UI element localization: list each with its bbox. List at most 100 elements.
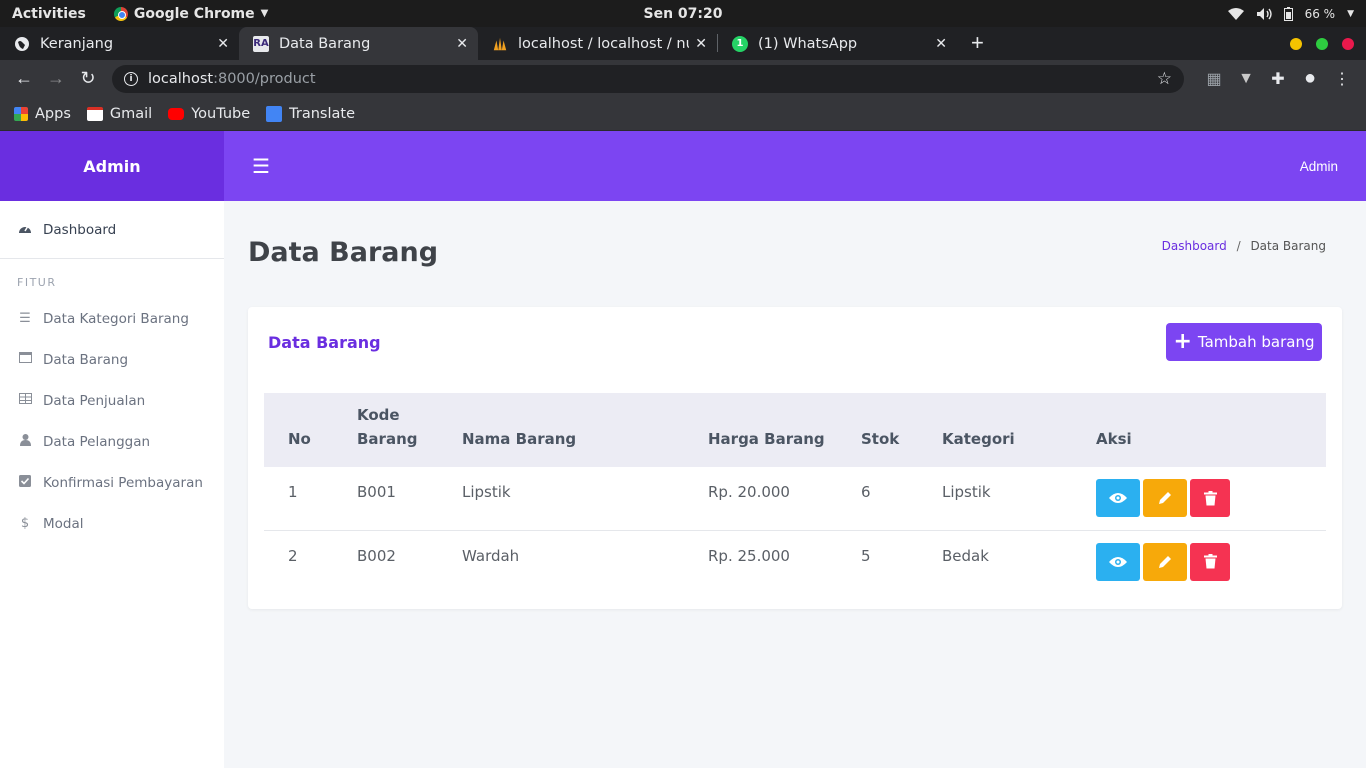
- view-button[interactable]: [1096, 542, 1140, 581]
- user-menu[interactable]: Admin: [1300, 159, 1338, 174]
- battery-level: 66 %: [1304, 6, 1336, 21]
- tab-title: (1) WhatsApp: [758, 35, 858, 52]
- sidebar-item-kategori[interactable]: ☰ Data Kategori Barang: [0, 298, 224, 339]
- bookmark-star-icon[interactable]: ☆: [1157, 69, 1172, 89]
- tab-title: Keranjang: [40, 35, 114, 52]
- close-tab-icon[interactable]: ✕: [217, 36, 229, 52]
- window-icon: [17, 352, 33, 367]
- url-path: :8000/product: [213, 70, 316, 87]
- column-header-stok[interactable]: Stok: [837, 393, 918, 467]
- breadcrumb: Dashboard / Data Barang: [1162, 239, 1326, 253]
- clock[interactable]: Sen 07:20: [644, 6, 723, 22]
- hamburger-menu-icon[interactable]: ☰: [252, 154, 270, 179]
- activities-button[interactable]: Activities: [12, 6, 86, 22]
- profile-avatar-icon[interactable]: ●: [1294, 67, 1326, 90]
- bookmark-label: Apps: [35, 105, 71, 122]
- forward-icon[interactable]: →: [40, 68, 72, 89]
- extensions-puzzle-icon[interactable]: ✚: [1262, 69, 1294, 89]
- cell-no: 2: [288, 546, 298, 565]
- sidebar-menu: Dashboard FITUR ☰ Data Kategori Barang D…: [0, 201, 224, 544]
- extension-vue-icon[interactable]: ▼: [1230, 70, 1262, 88]
- add-item-button[interactable]: + Tambah barang: [1166, 323, 1322, 361]
- chrome-menu-icon[interactable]: ⋮: [1326, 69, 1358, 89]
- brand-logo[interactable]: Admin: [0, 131, 224, 201]
- close-tab-icon[interactable]: ✕: [935, 36, 947, 52]
- edit-button[interactable]: [1143, 542, 1187, 581]
- minimize-button[interactable]: [1290, 38, 1302, 50]
- column-header-kategori[interactable]: Kategori: [918, 393, 1072, 467]
- sidebar-item-dashboard[interactable]: Dashboard: [0, 201, 224, 259]
- window-controls: [1290, 38, 1354, 50]
- pencil-icon: [1159, 492, 1171, 504]
- sidebar-item-modal[interactable]: $ Modal: [0, 503, 224, 544]
- cell-harga: Rp. 25.000: [708, 546, 790, 565]
- tab-keranjang[interactable]: Keranjang ✕: [0, 27, 239, 60]
- sidebar-item-barang[interactable]: Data Barang: [0, 339, 224, 380]
- delete-button[interactable]: [1190, 479, 1230, 517]
- app-menu[interactable]: Google Chrome ▼: [113, 5, 268, 22]
- breadcrumb-home-link[interactable]: Dashboard: [1162, 239, 1227, 253]
- battery-icon: [1283, 6, 1293, 21]
- sidebar-item-label: Data Pelanggan: [43, 433, 151, 450]
- close-tab-icon[interactable]: ✕: [456, 36, 468, 52]
- eye-icon: [1109, 556, 1127, 567]
- items-table: No Kode Barang Nama Barang Harga Barang …: [264, 393, 1326, 593]
- dashboard-gauge-icon: [17, 222, 33, 238]
- plus-icon: +: [1173, 329, 1192, 354]
- extension-translate-icon[interactable]: ▦: [1198, 69, 1230, 89]
- app-menu-label: Google Chrome: [133, 5, 255, 22]
- main-content: Data Barang Dashboard / Data Barang Data…: [224, 201, 1366, 768]
- sidebar-item-penjualan[interactable]: Data Penjualan: [0, 380, 224, 421]
- whatsapp-icon: 1: [732, 35, 748, 52]
- column-header-harga[interactable]: Harga Barang: [684, 393, 837, 467]
- data-barang-card: Data Barang + Tambah barang No Kode Bara…: [248, 307, 1342, 609]
- edit-button[interactable]: [1143, 479, 1187, 517]
- sidebar-item-konfirmasi[interactable]: Konfirmasi Pembayaran: [0, 462, 224, 503]
- wifi-icon: [1227, 7, 1244, 20]
- sidebar-item-label: Dashboard: [43, 221, 117, 238]
- globe-icon: [14, 36, 30, 52]
- sidebar-item-label: Data Penjualan: [43, 392, 146, 409]
- tab-phpmyadmin[interactable]: localhost / localhost / nus ✕: [478, 27, 717, 60]
- cell-kategori: Lipstik: [942, 483, 991, 501]
- cell-kategori: Bedak: [942, 546, 989, 565]
- bookmark-label: YouTube: [191, 105, 251, 122]
- cell-stok: 6: [861, 483, 871, 501]
- new-tab-button[interactable]: +: [957, 30, 998, 60]
- bookmark-label: Translate: [289, 105, 356, 122]
- cell-stok: 5: [861, 546, 871, 565]
- column-header-no[interactable]: No: [264, 393, 333, 467]
- reload-icon[interactable]: ↻: [72, 68, 104, 89]
- address-bar[interactable]: i localhost :8000/product ☆: [112, 64, 1184, 93]
- info-icon[interactable]: i: [124, 71, 138, 86]
- caret-down-icon: ▼: [1347, 8, 1354, 19]
- column-header-kode[interactable]: Kode Barang: [333, 393, 438, 467]
- check-square-icon: [17, 474, 33, 491]
- tab-whatsapp[interactable]: 1 (1) WhatsApp ✕: [718, 27, 957, 60]
- sidebar-item-label: Data Kategori Barang: [43, 310, 189, 327]
- bookmark-gmail[interactable]: Gmail: [86, 106, 152, 122]
- add-item-label: Tambah barang: [1197, 333, 1315, 351]
- sidebar-item-pelanggan[interactable]: Data Pelanggan: [0, 421, 224, 462]
- close-tab-icon[interactable]: ✕: [695, 36, 707, 52]
- bookmark-translate[interactable]: Translate: [266, 105, 356, 122]
- translate-icon: [266, 105, 283, 122]
- cell-kode: B002: [357, 546, 396, 565]
- chrome-icon: [113, 6, 128, 21]
- bookmark-apps[interactable]: Apps: [14, 106, 71, 122]
- column-header-nama[interactable]: Nama Barang: [438, 393, 684, 467]
- view-button[interactable]: [1096, 479, 1140, 517]
- system-tray[interactable]: 66 % ▼: [1227, 6, 1354, 21]
- tab-data-barang[interactable]: RA Data Barang ✕: [239, 27, 478, 60]
- back-icon[interactable]: ←: [8, 68, 40, 89]
- bookmarks-bar: Apps Gmail YouTube Translate: [0, 97, 1366, 131]
- cell-actions: [1072, 467, 1326, 530]
- dollar-icon: $: [20, 516, 30, 531]
- close-window-button[interactable]: [1342, 38, 1354, 50]
- bookmark-youtube[interactable]: YouTube: [168, 106, 250, 122]
- tab-title: Data Barang: [279, 35, 371, 52]
- delete-button[interactable]: [1190, 542, 1230, 581]
- breadcrumb-current: Data Barang: [1250, 239, 1326, 253]
- phpmyadmin-icon: [492, 36, 508, 52]
- maximize-button[interactable]: [1316, 38, 1328, 50]
